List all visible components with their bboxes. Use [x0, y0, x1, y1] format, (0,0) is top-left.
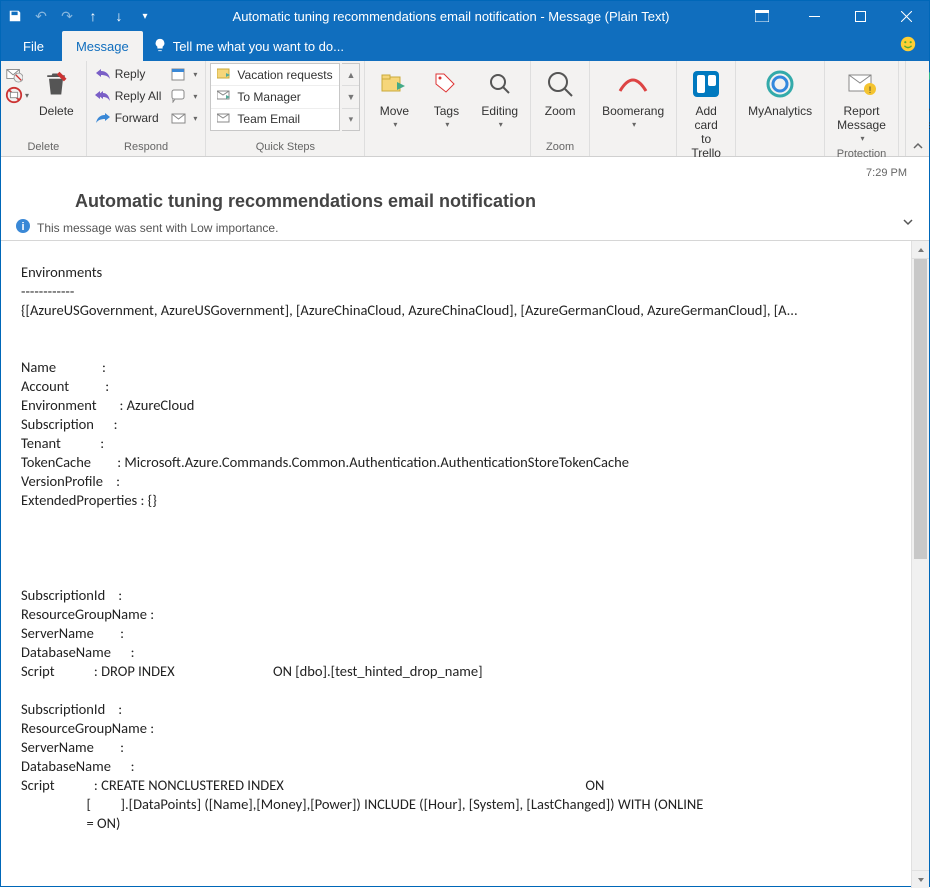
scroll-up-button[interactable] — [912, 241, 929, 259]
boomerang-button[interactable]: Boomerang▾ — [594, 63, 672, 132]
move-button[interactable]: Move▾ — [369, 63, 419, 132]
ribbon-group-respond: Reply Reply All Forward ▾ ▾ ▾ Respond — [87, 61, 207, 156]
previous-item-icon[interactable]: ↑ — [85, 8, 101, 24]
group-label-quicksteps: Quick Steps — [210, 139, 360, 156]
importance-text: This message was sent with Low importanc… — [37, 221, 278, 235]
ribbon-group-protection: ! Report Message ▾ Protection — [825, 61, 899, 156]
meeting-icon — [171, 66, 187, 82]
importance-infobar: i This message was sent with Low importa… — [15, 216, 915, 241]
group-label-delete: Delete — [5, 139, 82, 156]
tell-me-search[interactable]: Tell me what you want to do... — [143, 31, 354, 61]
ribbon-group-trello: Add card to Trello Trello — [677, 61, 736, 156]
next-item-icon[interactable]: ↓ — [111, 8, 127, 24]
ribbon-group-boomerang: Boomerang▾ — [590, 61, 677, 156]
title-bar: ↶ ↷ ↑ ↓ ▾ Automatic tuning recommendatio… — [1, 1, 929, 31]
myanalytics-button[interactable]: MyAnalytics — [740, 63, 820, 118]
quick-access-toolbar: ↶ ↷ ↑ ↓ ▾ — [7, 8, 153, 24]
scroll-thumb[interactable] — [914, 259, 927, 559]
report-message-button[interactable]: ! Report Message ▾ — [829, 63, 894, 146]
junk-icon[interactable]: ▾ — [5, 86, 29, 104]
save-icon[interactable] — [7, 8, 23, 24]
reply-button[interactable]: Reply — [91, 63, 166, 85]
message-subject: Automatic tuning recommendations email n… — [15, 179, 915, 216]
forward-icon — [95, 110, 111, 126]
message-header: 7:29 PM Automatic tuning recommendations… — [1, 157, 929, 241]
window-controls — [791, 1, 929, 31]
reply-icon — [95, 66, 111, 82]
quick-steps-scroll: ▲ ▼ ▾ — [342, 63, 360, 131]
move-folder-icon — [217, 67, 231, 82]
undo-icon[interactable]: ↶ — [33, 8, 49, 24]
quickstep-team-email[interactable]: Team Email — [211, 109, 339, 130]
minimize-button[interactable] — [791, 1, 837, 31]
quickstep-vacation[interactable]: Vacation requests — [211, 64, 339, 86]
ribbon-group-zoom: Zoom Zoom — [531, 61, 590, 156]
svg-text:i: i — [21, 221, 24, 233]
quickstep-to-manager[interactable]: To Manager — [211, 86, 339, 108]
tags-button[interactable]: Tags▾ — [421, 63, 471, 132]
editing-button[interactable]: Editing▾ — [473, 63, 526, 132]
tab-message[interactable]: Message — [62, 31, 143, 61]
qs-scroll-down[interactable]: ▼ — [342, 86, 359, 108]
tell-me-placeholder: Tell me what you want to do... — [173, 39, 344, 54]
tab-file[interactable]: File — [5, 31, 62, 61]
scroll-down-button[interactable] — [912, 870, 929, 888]
ignore-icon[interactable] — [5, 65, 29, 86]
redo-icon[interactable]: ↷ — [59, 8, 75, 24]
zoom-button[interactable]: Zoom — [535, 63, 585, 118]
message-body: Environments ------------ {[AzureUSGover… — [1, 241, 911, 888]
trello-add-card-button[interactable]: Add card to Trello — [681, 63, 731, 160]
ribbon-group-myanalytics: MyAnalytics — [736, 61, 825, 156]
vertical-scrollbar[interactable] — [911, 241, 929, 888]
window-title: Automatic tuning recommendations email n… — [163, 9, 739, 24]
reply-all-icon — [95, 88, 111, 104]
more-respond-button[interactable]: ▾ — [167, 107, 201, 129]
collapse-ribbon-button[interactable] — [905, 61, 929, 156]
delete-button[interactable]: Delete — [31, 63, 82, 118]
quick-steps-gallery: Vacation requests To Manager Team Email — [210, 63, 340, 131]
im-icon — [171, 88, 187, 104]
ribbon-tabs: File Message Tell me what you want to do… — [1, 31, 929, 61]
to-manager-icon — [217, 89, 231, 104]
lightbulb-icon — [153, 38, 167, 55]
message-body-container: Environments ------------ {[AzureUSGover… — [1, 241, 929, 888]
info-icon: i — [15, 218, 31, 237]
ribbon: ▾ Delete Delete Reply Reply All — [1, 61, 929, 157]
meeting-button[interactable]: ▾ — [167, 63, 201, 85]
svg-text:!: ! — [868, 85, 871, 95]
message-timestamp: 7:29 PM — [15, 163, 915, 179]
group-label-zoom: Zoom — [535, 139, 585, 156]
ribbon-group-delete: ▾ Delete Delete — [1, 61, 87, 156]
ribbon-group-move: Move▾ Tags▾ Editing▾ — [365, 61, 531, 156]
feedback-smiley-icon[interactable] — [899, 35, 917, 58]
close-button[interactable] — [883, 1, 929, 31]
expand-header-button[interactable] — [901, 215, 915, 232]
delete-label: Delete — [39, 104, 74, 118]
im-button[interactable]: ▾ — [167, 85, 201, 107]
more-respond-icon — [171, 110, 187, 126]
ribbon-group-quicksteps: Vacation requests To Manager Team Email … — [206, 61, 365, 156]
group-label-respond: Respond — [91, 139, 202, 156]
forward-button[interactable]: Forward — [91, 107, 166, 129]
team-email-icon — [217, 112, 231, 127]
reply-all-button[interactable]: Reply All — [91, 85, 166, 107]
qat-customize-icon[interactable]: ▾ — [137, 8, 153, 24]
qs-expand[interactable]: ▾ — [342, 109, 359, 130]
maximize-button[interactable] — [837, 1, 883, 31]
qs-scroll-up[interactable]: ▲ — [342, 64, 359, 86]
ribbon-display-options-icon[interactable] — [739, 1, 785, 31]
